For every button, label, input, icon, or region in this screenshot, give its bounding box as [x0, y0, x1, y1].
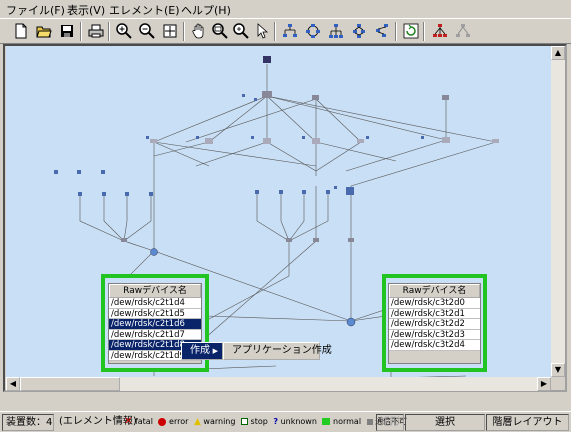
toolbar-separator	[108, 22, 110, 41]
legend-stop: stop	[250, 417, 268, 426]
layout-free-icon[interactable]	[373, 22, 391, 40]
device-node[interactable]	[313, 238, 319, 242]
refresh-icon[interactable]	[402, 22, 420, 40]
layout-hier-icon[interactable]	[327, 22, 345, 40]
hand-icon[interactable]	[190, 22, 208, 40]
toolbar	[0, 18, 571, 44]
raw-device-header[interactable]: Rawデバイス名	[109, 284, 201, 298]
unknown-icon: ?	[273, 417, 279, 426]
layout-circle-icon[interactable]	[304, 22, 322, 40]
hba-node[interactable]	[150, 248, 158, 256]
warning-icon: ▲	[193, 417, 201, 427]
menu-element[interactable]: エレメント(E)	[109, 2, 180, 18]
unreachable-icon	[366, 418, 373, 425]
zoom-in-icon[interactable]	[115, 22, 133, 40]
layout-org-icon[interactable]	[350, 22, 368, 40]
pointer-icon[interactable]	[253, 22, 271, 40]
fit-icon[interactable]	[161, 22, 179, 40]
save-icon[interactable]	[58, 22, 76, 40]
scroll-down-icon[interactable]: ▼	[551, 363, 565, 377]
list-item[interactable]: /dew/rdsk/c3t2d3	[389, 329, 480, 340]
legend-error: error	[169, 417, 189, 426]
error-icon	[158, 417, 167, 426]
device-node[interactable]	[312, 95, 319, 100]
hba-node[interactable]	[346, 317, 356, 327]
context-submenu: アプリケーション作成	[223, 342, 332, 360]
toolbar-separator	[395, 22, 397, 41]
zoom-area-icon[interactable]	[232, 22, 250, 40]
menu-help[interactable]: ヘルプ(H)	[181, 2, 231, 18]
toolbar-separator	[183, 22, 185, 41]
normal-icon	[322, 418, 331, 425]
zoom-rect-icon[interactable]	[211, 22, 229, 40]
switch-nodes[interactable]	[150, 137, 499, 144]
context-menu-create-application[interactable]: アプリケーション作成	[224, 343, 332, 359]
fatal-icon: ✕	[124, 416, 133, 427]
raw-device-list-right[interactable]: Rawデバイス名 /dew/rdsk/c3t2d0 /dew/rdsk/c3t2…	[388, 283, 481, 364]
scroll-up-icon[interactable]: ▲	[551, 46, 565, 60]
mode-select: 選択	[405, 414, 485, 431]
device-node[interactable]	[121, 238, 127, 242]
mode-rect-disabled: 矩形	[376, 414, 404, 431]
device-node[interactable]	[262, 91, 272, 98]
expand-icon[interactable]	[431, 22, 449, 40]
list-item[interactable]: /dew/rdsk/c2t1d4	[109, 298, 201, 309]
submenu-arrow-icon: ▶	[212, 347, 218, 355]
status-legend: ✕ fatal error ▲ warning stop ? unknown n…	[124, 416, 407, 427]
server-node[interactable]	[263, 56, 271, 63]
scroll-left-icon[interactable]: ◀	[6, 377, 20, 391]
toolbar-separator	[80, 22, 82, 41]
list-item[interactable]: /dew/rdsk/c2t1d5	[109, 308, 201, 319]
new-icon[interactable]	[12, 22, 30, 40]
list-item[interactable]: /dew/rdsk/c3t2d1	[389, 308, 480, 319]
stop-icon	[241, 418, 248, 425]
device-node[interactable]	[442, 95, 449, 100]
list-item[interactable]: /dew/rdsk/c3t2d4	[389, 340, 480, 351]
layout-mode: 階層レイアウト	[486, 414, 569, 431]
zoom-out-icon[interactable]	[138, 22, 156, 40]
storage-group-right[interactable]: Rawデバイス名 /dew/rdsk/c3t2d0 /dew/rdsk/c3t2…	[382, 274, 487, 372]
context-menu: 作成 ▶	[181, 342, 223, 360]
toolbar-separator	[423, 22, 425, 41]
list-item[interactable]: /dew/rdsk/c3t2d0	[389, 298, 480, 309]
horizontal-scrollbar[interactable]: ◀ ▶	[6, 377, 551, 391]
collapse-icon[interactable]	[454, 22, 472, 40]
legend-warning: warning	[203, 417, 236, 426]
topology-canvas[interactable]: Rawデバイス名 /dew/rdsk/c2t1d4 /dew/rdsk/c2t1…	[6, 46, 551, 377]
horizontal-scroll-thumb[interactable]	[20, 377, 120, 391]
device-count: 装置数：4	[2, 414, 54, 431]
open-icon[interactable]	[35, 22, 53, 40]
layout-tree-icon[interactable]	[281, 22, 299, 40]
menu-bar: ファイル(F) 表示(V) エレメント(E) ヘルプ(H)	[0, 0, 571, 18]
list-item[interactable]: /dew/rdsk/c3t2d2	[389, 319, 480, 330]
context-menu-create[interactable]: 作成 ▶	[182, 343, 222, 359]
status-bar: 装置数：4 (エレメント情報) ✕ fatal error ▲ warning …	[0, 411, 571, 432]
print-icon[interactable]	[87, 22, 105, 40]
legend-unknown: unknown	[280, 417, 317, 426]
device-node[interactable]	[286, 238, 292, 242]
context-menu-create-label: 作成	[190, 345, 210, 356]
device-node[interactable]	[348, 238, 354, 242]
vertical-scrollbar[interactable]: ▲ ▼	[551, 46, 565, 377]
legend-fatal: fatal	[134, 417, 153, 426]
raw-device-header[interactable]: Rawデバイス名	[389, 284, 480, 298]
scroll-right-icon[interactable]: ▶	[537, 377, 551, 391]
list-item[interactable]: /dew/rdsk/c2t1d7	[109, 329, 201, 340]
legend-normal: normal	[333, 417, 362, 426]
menu-file[interactable]: ファイル(F)	[6, 2, 65, 18]
toolbar-separator	[274, 22, 276, 41]
menu-view[interactable]: 表示(V)	[67, 2, 105, 18]
list-item[interactable]: /dew/rdsk/c2t1d6	[109, 319, 201, 330]
